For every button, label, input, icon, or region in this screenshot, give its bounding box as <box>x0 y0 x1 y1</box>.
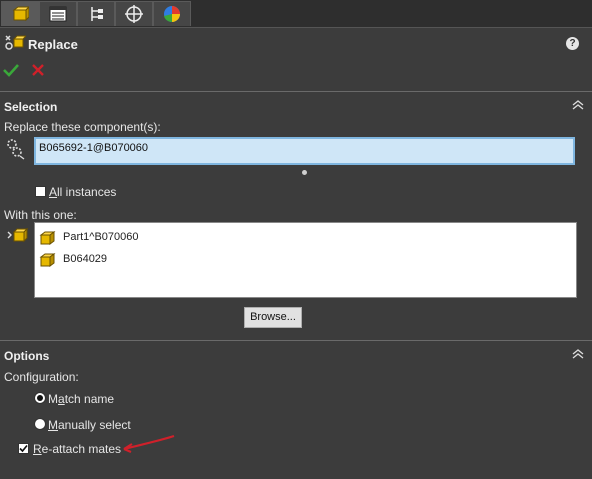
all-instances-checkbox[interactable] <box>35 186 46 197</box>
tab-display-manager[interactable] <box>153 1 191 26</box>
match-name-radio[interactable] <box>34 392 46 404</box>
tab-property-manager[interactable] <box>1 1 39 26</box>
list-item-label: B064029 <box>63 253 108 265</box>
with-this-one-list[interactable]: Part1^B070060 B064029 <box>34 222 577 298</box>
dimxpert-icon <box>125 5 143 23</box>
check-icon[interactable] <box>3 63 19 77</box>
tab-configuration-manager[interactable] <box>77 1 115 26</box>
list-item[interactable]: B064029 <box>39 248 107 270</box>
options-section-title: Options <box>4 349 50 363</box>
browse-button[interactable]: Browse... <box>244 307 302 328</box>
property-manager-icon <box>12 6 29 22</box>
replace-components-label: Replace these component(s): <box>4 120 161 134</box>
list-item-label: Part1^B070060 <box>63 231 139 243</box>
help-icon[interactable]: ? <box>566 37 579 50</box>
all-instances-label: All instances <box>49 185 117 199</box>
reattach-mates-label: Re-attach mates <box>33 442 122 456</box>
checkmark-icon <box>19 444 28 453</box>
replace-components-icon <box>5 35 26 50</box>
chevron-up-icon[interactable] <box>572 100 584 110</box>
configuration-label: Configuration: <box>4 370 79 384</box>
components-selection-icon <box>7 139 25 160</box>
page-title: Replace <box>28 37 78 52</box>
part-icon <box>39 231 56 245</box>
selection-section-title: Selection <box>4 100 58 114</box>
resize-handle[interactable] <box>302 170 307 175</box>
tab-feature-tree[interactable] <box>39 1 77 26</box>
manually-select-label: Manually select <box>48 418 131 432</box>
chevron-up-icon[interactable] <box>572 349 584 359</box>
replacement-component-icon <box>7 227 28 243</box>
tab-dimxpert[interactable] <box>115 1 153 26</box>
feature-tree-icon <box>49 6 67 22</box>
manually-select-radio[interactable] <box>34 418 46 430</box>
section-divider <box>0 91 592 92</box>
replace-components-field[interactable]: B065692-1@B070060 <box>34 137 575 165</box>
section-divider <box>0 340 592 341</box>
match-name-label: Match name <box>48 392 115 406</box>
with-this-one-label: With this one: <box>4 208 77 222</box>
annotation-arrow <box>123 434 175 454</box>
configuration-manager-icon <box>91 7 103 21</box>
part-icon <box>39 253 56 267</box>
display-manager-icon <box>164 6 180 23</box>
x-icon[interactable] <box>31 63 45 77</box>
list-item[interactable]: Part1^B070060 <box>39 226 139 248</box>
reattach-mates-checkbox[interactable] <box>18 443 29 454</box>
